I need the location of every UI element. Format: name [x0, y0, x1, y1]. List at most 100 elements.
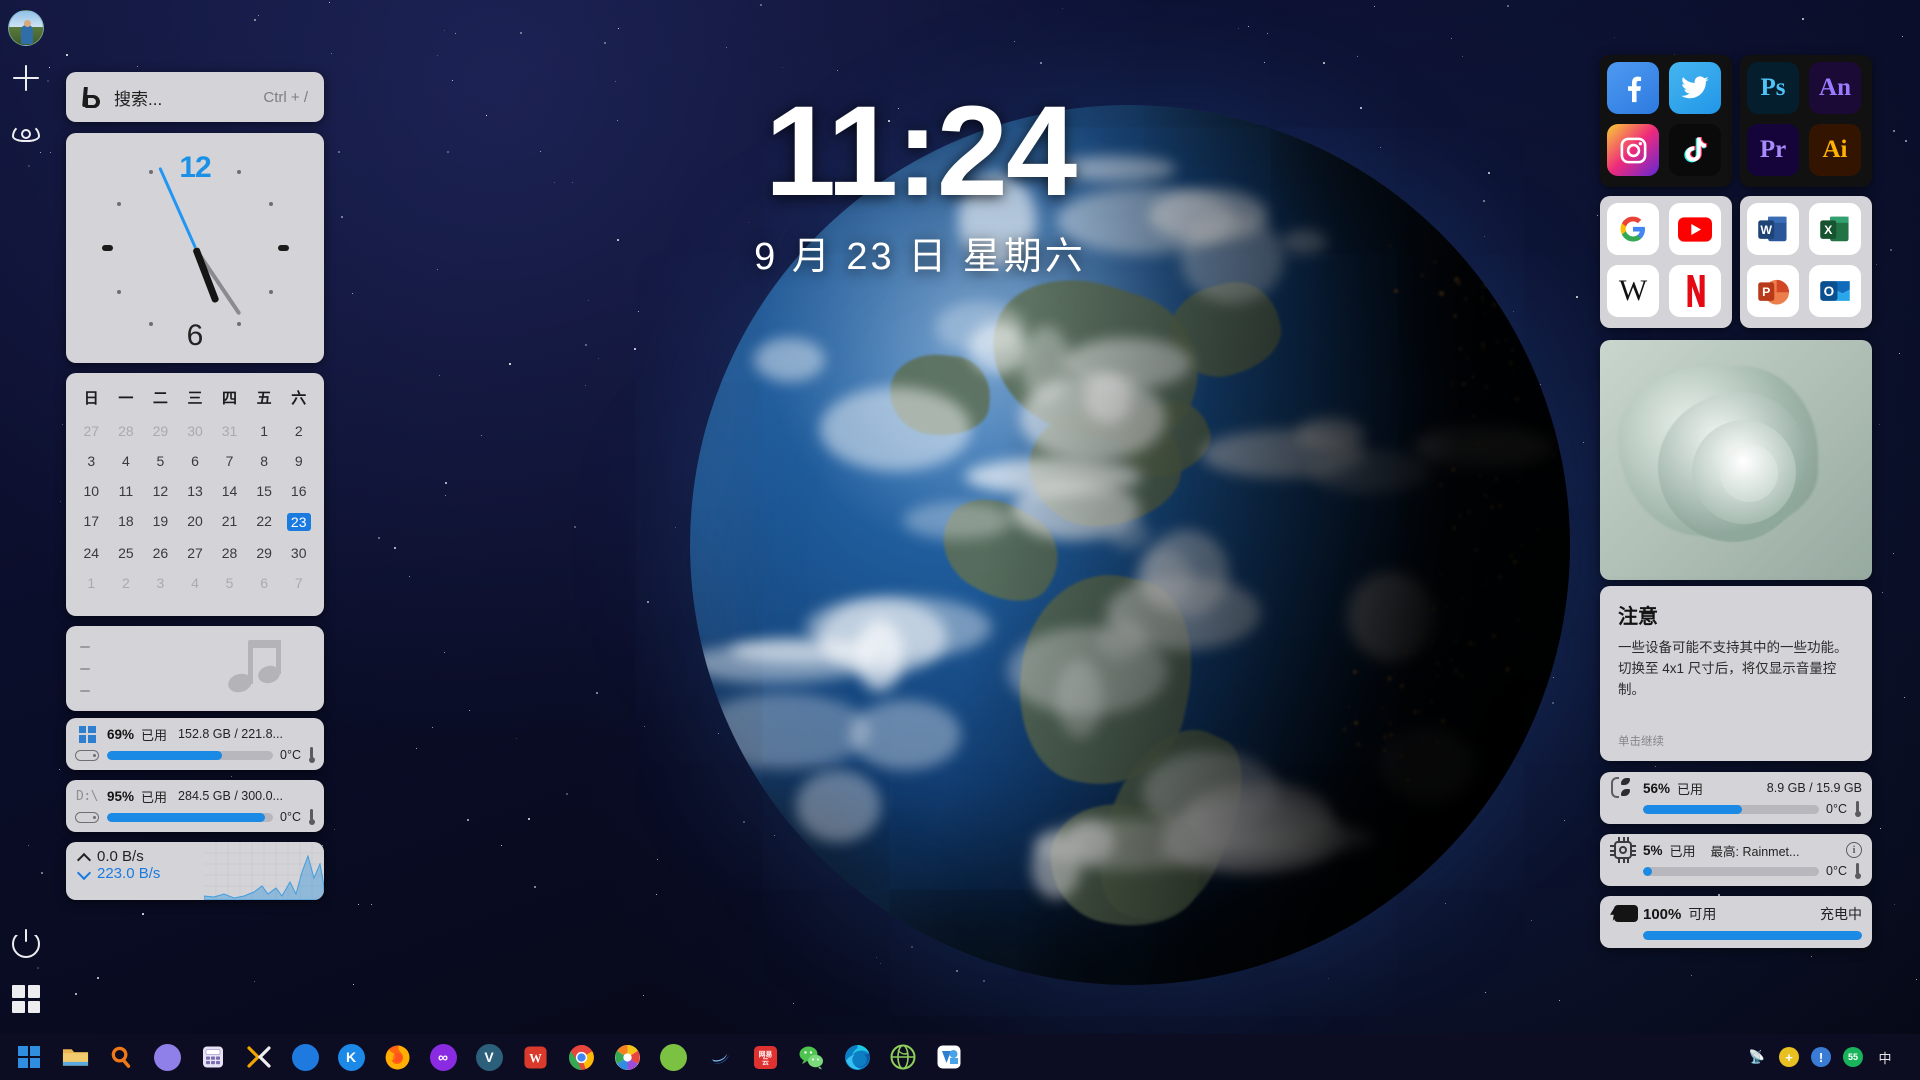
taskbar-moon-app[interactable] [285, 1037, 325, 1077]
taskbar-cortana[interactable] [147, 1037, 187, 1077]
calendar-day[interactable]: 5 [143, 446, 178, 476]
calendar-day[interactable]: 6 [247, 568, 282, 598]
taskbar-wechat[interactable] [791, 1037, 831, 1077]
calendar-day[interactable]: 9 [281, 446, 316, 476]
tray-satellite-icon[interactable]: 📡 [1746, 1046, 1768, 1068]
calendar-day[interactable]: 18 [109, 506, 144, 538]
app-icon-excel[interactable]: X [1809, 203, 1861, 255]
taskbar-blue-swoosh[interactable] [699, 1037, 739, 1077]
calendar-day[interactable]: 19 [143, 506, 178, 538]
taskbar-v-app[interactable]: V [469, 1037, 509, 1077]
taskbar-file-explorer[interactable] [55, 1037, 95, 1077]
tray-score-icon[interactable]: 55 [1842, 1046, 1864, 1068]
taskbar-green-app[interactable] [653, 1037, 693, 1077]
calendar-day[interactable]: 27 [178, 538, 213, 568]
tray-ime-icon[interactable]: 中 [1874, 1046, 1896, 1068]
office-apps-grid[interactable]: W X P O [1740, 196, 1872, 328]
calendar-day[interactable]: 7 [281, 568, 316, 598]
app-icon-youtube[interactable] [1669, 203, 1721, 255]
calendar-day[interactable]: 24 [74, 538, 109, 568]
calendar-day[interactable]: 10 [74, 476, 109, 506]
calendar-day[interactable]: 17 [74, 506, 109, 538]
eye-icon[interactable] [10, 116, 42, 148]
calendar-day[interactable]: 13 [178, 476, 213, 506]
taskbar-teams-app[interactable] [929, 1037, 969, 1077]
calendar-day[interactable]: 29 [143, 416, 178, 446]
disk-c-widget[interactable]: 69% 已用 152.8 GB / 221.8... 0°C [66, 718, 324, 770]
app-icon-photoshop[interactable]: Ps [1747, 62, 1799, 114]
disk-d-widget[interactable]: D:\ 95% 已用 284.5 GB / 300.0... 0°C [66, 780, 324, 832]
app-icon-premiere[interactable]: Pr [1747, 124, 1799, 176]
calendar-day[interactable]: 3 [143, 568, 178, 598]
app-icon-tiktok[interactable] [1669, 124, 1721, 176]
app-icon-wikipedia[interactable]: W [1607, 265, 1659, 317]
cpu-widget[interactable]: 5% 已用 最高: Rainmet... i 0°C [1600, 834, 1872, 886]
calendar-day[interactable]: 26 [143, 538, 178, 568]
calendar-day[interactable]: 4 [109, 446, 144, 476]
taskbar-kugou[interactable]: K [331, 1037, 371, 1077]
info-icon[interactable]: i [1846, 842, 1862, 858]
power-icon[interactable] [12, 929, 40, 958]
plus-icon[interactable] [10, 62, 42, 94]
ram-widget[interactable]: 56% 已用 8.9 GB / 15.9 GB 0°C [1600, 772, 1872, 824]
app-icon-word[interactable]: W [1747, 203, 1799, 255]
calendar-day[interactable]: 2 [109, 568, 144, 598]
calendar-day[interactable]: 3 [74, 446, 109, 476]
calendar-day[interactable]: 1 [74, 568, 109, 598]
analog-clock-widget[interactable]: 12 6 [66, 133, 324, 363]
calendar-grid[interactable]: 27 28 29 30 31 1 2 3 4 5 6 7 8 9 10 11 12 13 14 15 16 17 18 19 2… [74, 416, 316, 598]
app-icon-facebook[interactable] [1607, 62, 1659, 114]
calendar-day[interactable]: 21 [212, 506, 247, 538]
calendar-day[interactable]: 27 [74, 416, 109, 446]
taskbar-edge[interactable] [837, 1037, 877, 1077]
calendar-day[interactable]: 23 [281, 506, 316, 538]
notice-footer[interactable]: 单击继续 [1618, 733, 1664, 749]
tray-update-icon[interactable]: + [1778, 1046, 1800, 1068]
app-icon-illustrator[interactable]: Ai [1809, 124, 1861, 176]
media-player-widget[interactable] [66, 626, 324, 711]
calendar-day[interactable]: 5 [212, 568, 247, 598]
tray-warning-icon[interactable]: ! [1810, 1046, 1832, 1068]
system-tray[interactable]: 📡 +! 55 中 [1746, 1046, 1920, 1068]
taskbar-calculator[interactable] [193, 1037, 233, 1077]
network-widget[interactable]: 0.0 B/s 223.0 B/s [66, 842, 324, 900]
taskbar-apps[interactable]: K ∞ V W 网易云 [0, 1037, 972, 1077]
calendar-day[interactable]: 22 [247, 506, 282, 538]
app-icon-netflix[interactable] [1669, 265, 1721, 317]
start-icon[interactable] [12, 985, 40, 1013]
taskbar-globe-app[interactable] [883, 1037, 923, 1077]
taskbar-start-button[interactable] [9, 1037, 49, 1077]
app-icon-google[interactable] [1607, 203, 1659, 255]
calendar-day[interactable]: 8 [247, 446, 282, 476]
calendar-day[interactable]: 28 [212, 538, 247, 568]
calendar-day[interactable]: 15 [247, 476, 282, 506]
app-icon-powerpoint[interactable]: P [1747, 265, 1799, 317]
battery-widget[interactable]: 100% 可用 充电中 [1600, 896, 1872, 948]
web-apps-grid[interactable]: W [1600, 196, 1732, 328]
app-icon-twitter[interactable] [1669, 62, 1721, 114]
calendar-day[interactable]: 30 [178, 416, 213, 446]
notice-widget[interactable]: 注意 一些设备可能不支持其中的一些功能。切换至 4x1 尺寸后，将仅显示音量控制… [1600, 586, 1872, 761]
adobe-apps-grid[interactable]: Ps An Pr Ai [1740, 55, 1872, 187]
calendar-widget[interactable]: 日一二三四五六 27 28 29 30 31 1 2 3 4 5 6 7 8 9 10 11 12 13 14 15 1… [66, 373, 324, 616]
taskbar-photos[interactable] [607, 1037, 647, 1077]
avatar[interactable] [8, 10, 44, 46]
search-widget[interactable]: 搜索... Ctrl + / [66, 72, 324, 122]
app-icon-instagram[interactable] [1607, 124, 1659, 176]
taskbar-infinity-app[interactable]: ∞ [423, 1037, 463, 1077]
wallpaper-preview-widget[interactable] [1600, 340, 1872, 580]
calendar-day[interactable]: 16 [281, 476, 316, 506]
calendar-day[interactable]: 11 [109, 476, 144, 506]
calendar-day[interactable]: 14 [212, 476, 247, 506]
taskbar-wps-office[interactable]: W [515, 1037, 555, 1077]
calendar-day[interactable]: 2 [281, 416, 316, 446]
app-icon-animate[interactable]: An [1809, 62, 1861, 114]
app-icon-outlook[interactable]: O [1809, 265, 1861, 317]
calendar-day[interactable]: 25 [109, 538, 144, 568]
taskbar-chrome[interactable] [561, 1037, 601, 1077]
calendar-day[interactable]: 4 [178, 568, 213, 598]
calendar-day[interactable]: 31 [212, 416, 247, 446]
calendar-day[interactable]: 29 [247, 538, 282, 568]
calendar-day[interactable]: 28 [109, 416, 144, 446]
taskbar-netease-music[interactable]: 网易云 [745, 1037, 785, 1077]
